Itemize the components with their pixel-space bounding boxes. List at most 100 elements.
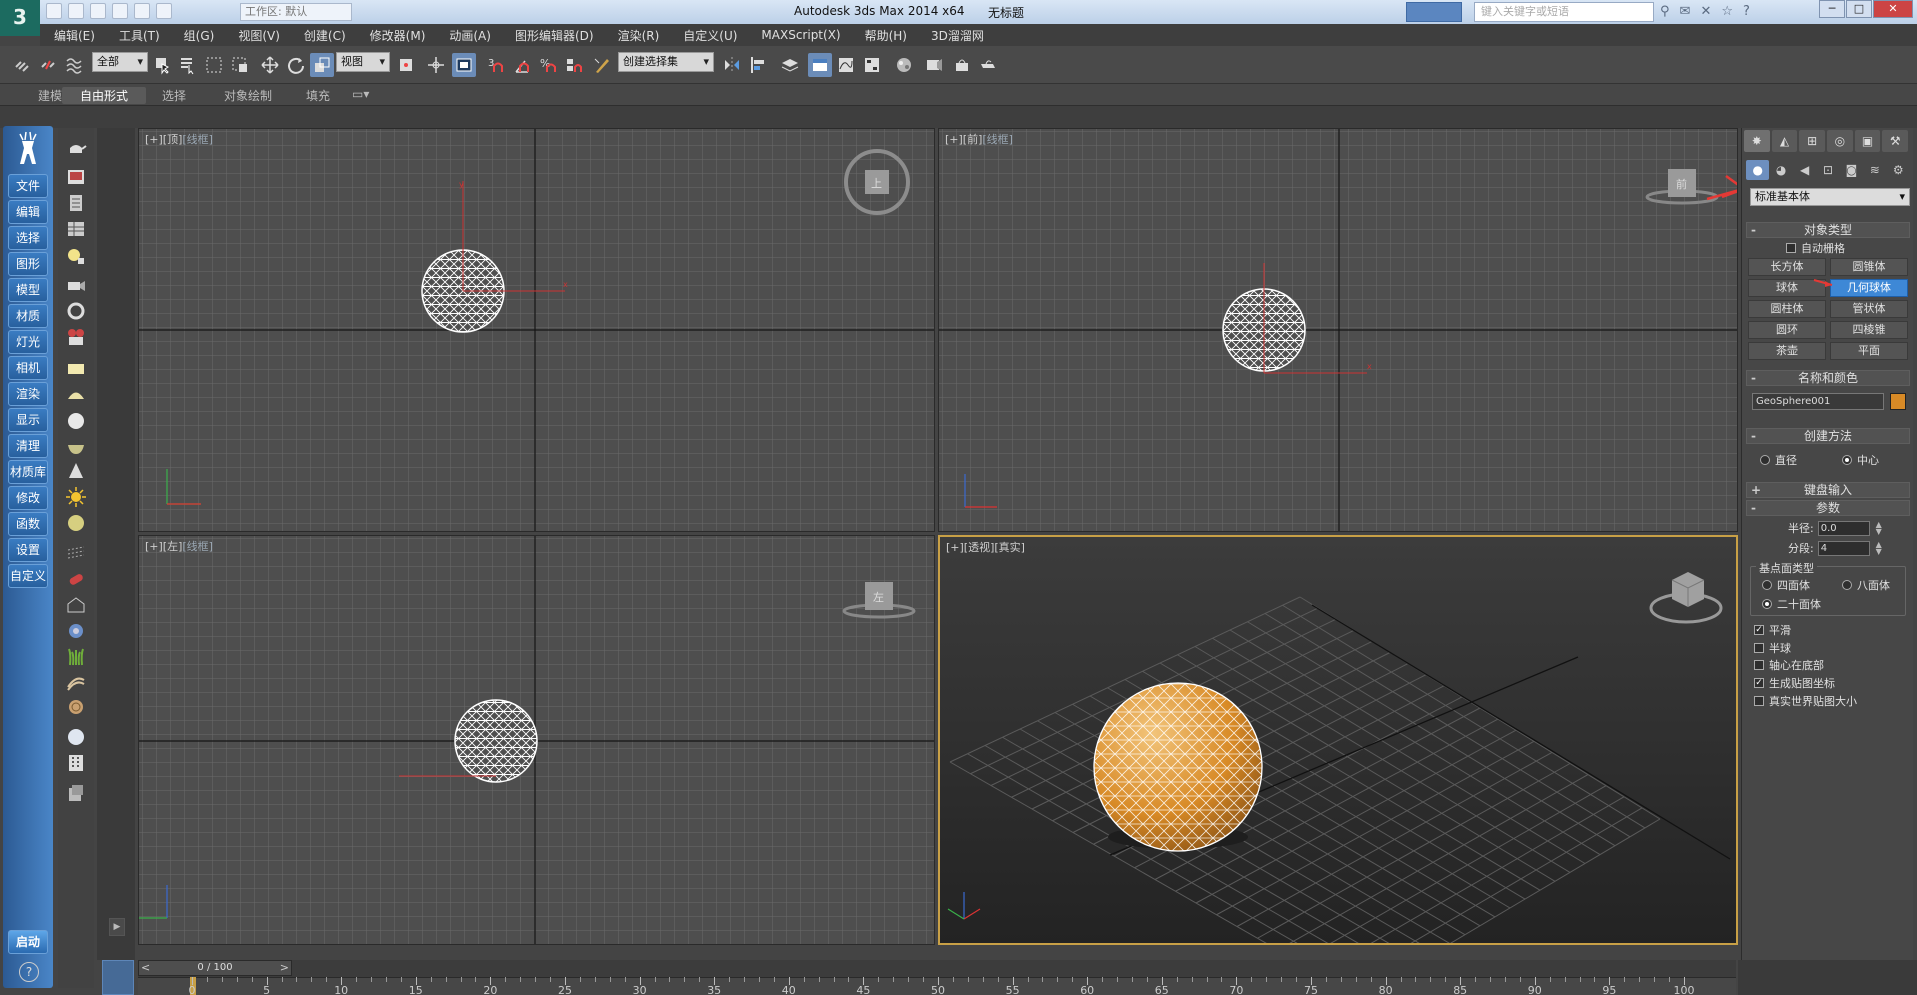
ribbon-tab-freeform[interactable]: 自由形式 [62,87,147,104]
tube-button[interactable]: 管状体 [1830,300,1908,318]
base-tetra-radio[interactable]: 四面体 [1762,577,1810,593]
smooth-checkbox[interactable]: ✓ 平滑 [1754,622,1791,638]
unlink-icon[interactable] [36,53,60,77]
menu-customize[interactable]: 自定义(U) [683,27,737,44]
plane-button[interactable]: 平面 [1830,342,1908,360]
nav-settings[interactable]: 设置 [8,538,48,562]
rendered-frame-window-icon[interactable] [950,53,974,77]
menu-graph-editors[interactable]: 图形编辑器(D) [515,27,594,44]
systems-category-icon[interactable]: ⚙ [1887,160,1910,180]
redo-icon[interactable] [134,3,150,19]
edit-named-selection-icon[interactable] [590,53,614,77]
launch-button[interactable]: 启动 [8,930,48,954]
time-next-arrow[interactable]: > [280,961,289,974]
hair-icon[interactable] [63,670,89,696]
picture-icon[interactable] [63,164,89,190]
viewport-front-label[interactable]: [+][前][线框] [945,131,1013,147]
bowl-icon[interactable] [63,434,89,460]
grass-icon[interactable] [63,644,89,670]
hierarchy-tab-icon[interactable]: ⊞ [1799,130,1826,152]
render-setup-icon[interactable] [922,53,946,77]
real-world-map-size-checkbox[interactable]: 真实世界贴图大小 [1754,693,1857,709]
nav-custom[interactable]: 自定义 [8,564,48,588]
nav-function[interactable]: 函数 [8,512,48,536]
light-bulb-icon[interactable] [63,244,89,270]
keyboard-shortcut-override-icon[interactable] [452,53,476,77]
nav-light[interactable]: 灯光 [8,330,48,354]
nav-shape[interactable]: 图形 [8,252,48,276]
curve-editor-icon[interactable] [834,53,858,77]
film-camera-icon[interactable] [63,324,89,350]
help-icon[interactable]: ? [1743,4,1750,19]
nav-camera[interactable]: 相机 [8,356,48,380]
archive-icon[interactable] [63,780,89,806]
nav-select[interactable]: 选择 [8,226,48,250]
hemisphere-icon[interactable] [63,382,89,408]
time-slider[interactable]: < 0 / 100 > [138,960,292,976]
selection-filter-dropdown[interactable]: 全部 [92,52,148,72]
reference-coordinate-dropdown[interactable]: 视图 [336,52,390,72]
align-icon[interactable] [746,53,770,77]
shell-icon[interactable] [63,694,89,720]
graphite-ribbon-toggle-icon[interactable] [808,53,832,77]
rotate-icon[interactable] [284,53,308,77]
rollout-creation-method[interactable]: - 创建方法 [1746,428,1910,444]
geosphere-button[interactable]: 几何球体 [1830,279,1908,297]
teapot-button[interactable]: 茶壶 [1748,342,1826,360]
spacewarps-category-icon[interactable]: ≋ [1863,160,1886,180]
material-editor-icon[interactable] [892,53,916,77]
table-icon[interactable] [63,216,89,242]
menu-edit[interactable]: 编辑(E) [54,27,95,44]
segments-field[interactable]: 4 [1817,540,1870,556]
viewport-left-label[interactable]: [+][左][线框] [145,538,213,554]
rollout-keyboard-entry[interactable]: + 键盘输入 [1746,482,1910,498]
nav-display[interactable]: 显示 [8,408,48,432]
rectangular-selection-icon[interactable] [202,53,226,77]
search-scope-button[interactable] [1406,2,1462,22]
minimize-button[interactable]: ─ [1819,0,1845,18]
menu-3d66[interactable]: 3D溜溜网 [931,27,984,44]
menu-views[interactable]: 视图(V) [238,27,280,44]
cylinder-button[interactable]: 圆柱体 [1748,300,1826,318]
modify-tab-icon[interactable]: ◭ [1771,130,1798,152]
sun-icon[interactable] [63,484,89,510]
base-icosa-radio[interactable]: 二十面体 [1762,596,1821,612]
cone-icon[interactable] [63,458,89,484]
plane-icon[interactable] [63,356,89,382]
creation-center-radio[interactable]: 中心 [1842,452,1879,468]
radius-spinner[interactable]: 半径: 0.0 ▲ ▼ [1788,520,1884,536]
rollout-object-type[interactable]: - 对象类型 [1746,222,1910,238]
menu-create[interactable]: 创建(C) [304,27,346,44]
shapes-category-icon[interactable]: ◕ [1769,160,1792,180]
undo-icon[interactable] [112,3,128,19]
list-panel-icon[interactable] [63,190,89,216]
schematic-view-icon[interactable] [860,53,884,77]
ribbon-tab-selection[interactable]: 选择 [162,87,186,104]
rollout-name-color[interactable]: - 名称和颜色 [1746,370,1910,386]
utilities-tab-icon[interactable]: ⚒ [1882,130,1909,152]
cameras-category-icon[interactable]: ⊡ [1816,160,1839,180]
camera-icon[interactable] [63,272,89,298]
radius-field[interactable]: 0.0 [1817,520,1870,536]
ball-icon[interactable] [63,724,89,750]
particles-icon[interactable] [63,540,89,566]
flower-icon[interactable] [63,618,89,644]
bind-spacewarp-icon[interactable] [62,53,86,77]
window-crossing-icon[interactable] [228,53,252,77]
nav-material-library[interactable]: 材质库 [8,460,48,484]
viewport-front[interactable]: x 前 [+][前][线框] [938,128,1738,532]
menu-animation[interactable]: 动画(A) [449,27,491,44]
maximize-button[interactable]: □ [1846,0,1872,18]
mini-curve-editor-toggle-icon[interactable] [102,960,134,995]
building-icon[interactable] [63,750,89,776]
menu-tools[interactable]: 工具(T) [119,27,160,44]
primitive-type-dropdown[interactable]: 标准基本体 [1750,188,1910,206]
cone-button[interactable]: 圆锥体 [1830,258,1908,276]
search-input[interactable]: 键入关键字或短语 [1474,2,1654,22]
save-file-icon[interactable] [90,3,106,19]
favorites-icon[interactable]: ☆ [1721,4,1733,19]
base-octa-radio[interactable]: 八面体 [1842,577,1890,593]
ribbon-tab-modeling[interactable]: 建模 [38,87,62,104]
generate-mapping-checkbox[interactable]: ✓ 生成贴图坐标 [1754,675,1835,691]
layer-manager-icon[interactable] [778,53,802,77]
